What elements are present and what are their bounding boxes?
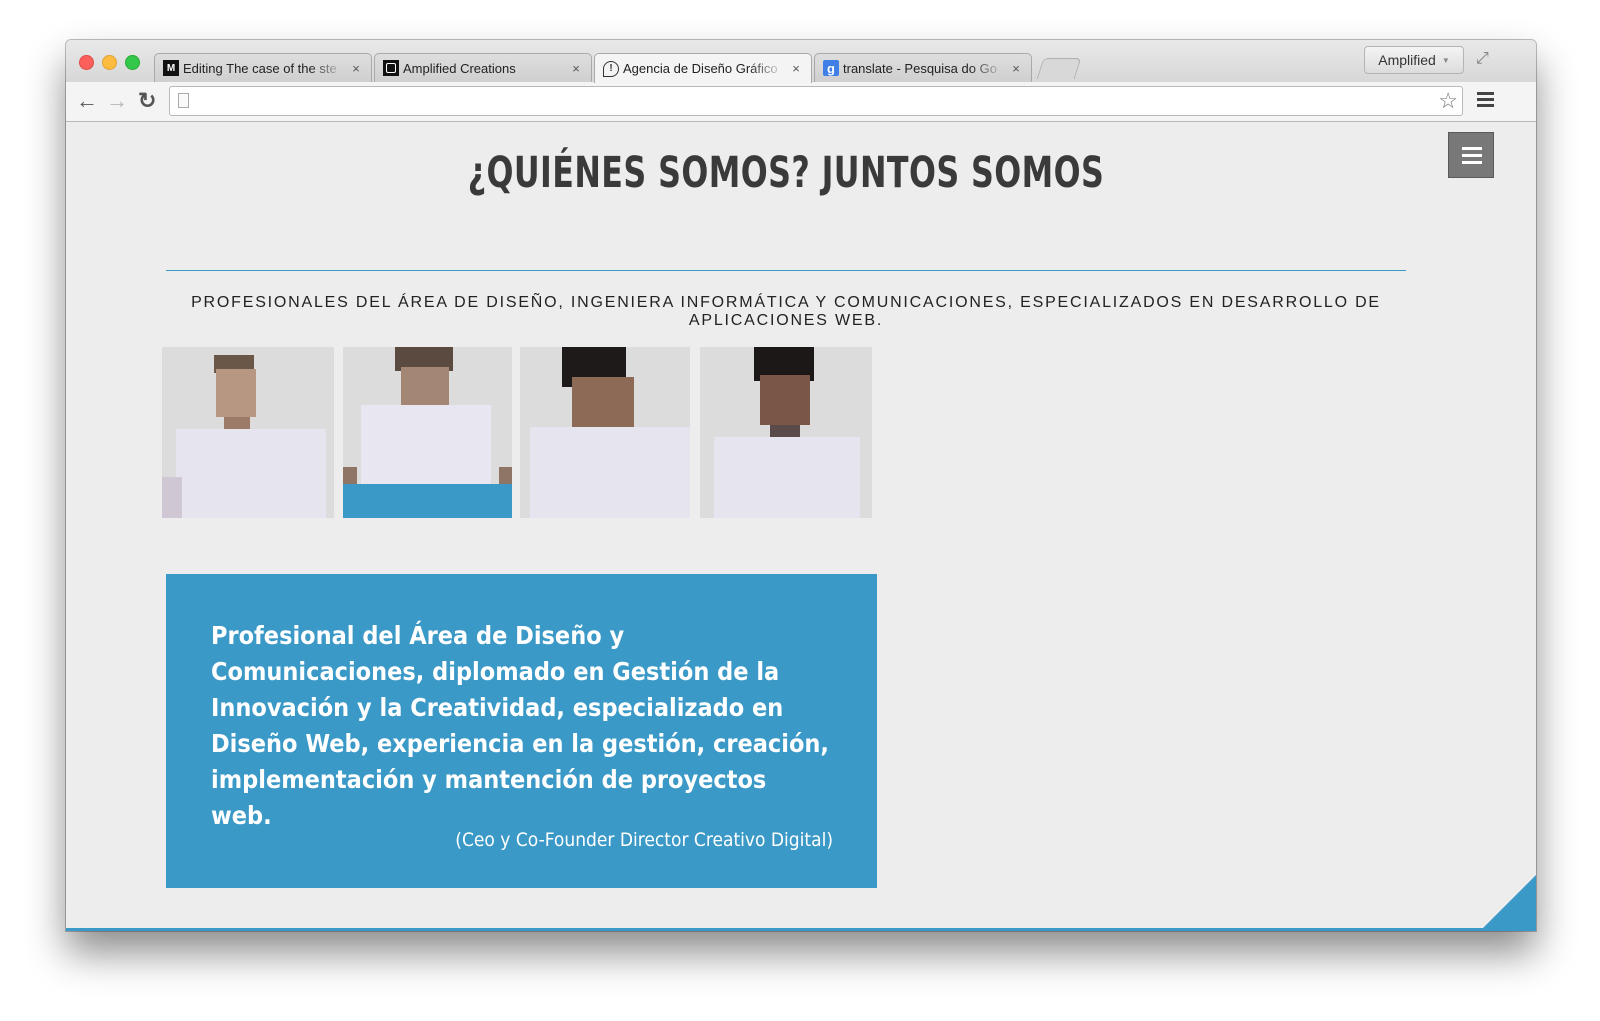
photo-selected-indicator	[343, 484, 512, 518]
tab-translate[interactable]: g translate - Pesquisa do Go ×	[814, 53, 1032, 82]
google-g-icon: g	[823, 60, 839, 76]
tab-title: Amplified Creations	[403, 60, 516, 76]
tab-editing[interactable]: M Editing The case of the ste ×	[154, 53, 372, 82]
tab-close-icon[interactable]: ×	[569, 61, 583, 76]
address-bar[interactable]: ☆	[169, 86, 1463, 116]
person-silhouette-icon	[700, 347, 872, 518]
bottom-accent-line	[66, 928, 1536, 931]
reload-icon[interactable]: ↻	[138, 88, 156, 114]
amplified-square-icon	[383, 60, 399, 76]
team-photo-4[interactable]	[700, 347, 872, 518]
menu-bar	[1462, 161, 1482, 164]
page-icon	[178, 93, 189, 108]
window-close-button[interactable]	[79, 55, 94, 70]
chevron-down-icon: ▼	[1441, 55, 1450, 65]
team-photo-3[interactable]	[520, 347, 690, 518]
person-silhouette-icon	[162, 347, 334, 518]
team-photo-row	[162, 347, 876, 518]
tab-title: translate - Pesquisa do Go	[843, 60, 997, 76]
tab-title: Editing The case of the ste	[183, 60, 337, 76]
tab-close-icon[interactable]: ×	[1009, 61, 1023, 76]
new-tab-button[interactable]	[1036, 58, 1082, 79]
team-member-bio-card: Profesional del Área de Diseño y Comunic…	[166, 574, 877, 888]
bio-text: Profesional del Área de Diseño y Comunic…	[211, 621, 829, 830]
window-maximize-button[interactable]	[125, 55, 140, 70]
back-arrow-icon[interactable]: ←	[76, 88, 98, 114]
tab-agencia-diseno[interactable]: ! Agencia de Diseño Gráfico ×	[594, 53, 812, 83]
menu-bar	[1462, 147, 1482, 150]
tab-amplified-creations[interactable]: Amplified Creations ×	[374, 53, 592, 82]
browser-toolbar: ← → ↻ ☆	[66, 82, 1536, 122]
web-page: ¿QUIÉNES SOMOS? JUNTOS SOMOS PROFESIONAL…	[66, 122, 1536, 931]
profile-label: Amplified	[1378, 52, 1436, 68]
page-subtitle: PROFESIONALES DEL ÁREA DE DISEÑO, INGENI…	[191, 294, 1381, 329]
window-minimize-button[interactable]	[102, 55, 117, 70]
team-photo-1[interactable]	[162, 347, 334, 518]
medium-m-icon: M	[163, 60, 179, 76]
menu-bar	[1462, 154, 1482, 157]
speech-bubble-icon: !	[603, 60, 619, 77]
person-silhouette-icon	[520, 347, 690, 518]
tab-strip: M Editing The case of the ste × Amplifie…	[66, 40, 1536, 83]
site-menu-button[interactable]	[1448, 132, 1494, 178]
page-heading: ¿QUIÉNES SOMOS? JUNTOS SOMOS	[467, 148, 1105, 198]
tab-close-icon[interactable]: ×	[349, 61, 363, 76]
bookmark-star-icon[interactable]: ☆	[1438, 87, 1458, 115]
browser-window: M Editing The case of the ste × Amplifie…	[66, 40, 1536, 931]
bio-role: (Ceo y Co-Founder Director Creativo Digi…	[455, 829, 833, 851]
browser-menu-icon[interactable]	[1477, 92, 1494, 110]
fullscreen-icon[interactable]: ⤢	[1476, 50, 1489, 68]
corner-accent	[1480, 875, 1536, 931]
heading-divider	[166, 270, 1406, 271]
tab-close-icon[interactable]: ×	[789, 61, 803, 76]
forward-arrow-icon[interactable]: →	[106, 88, 128, 114]
profile-button[interactable]: Amplified ▼	[1364, 46, 1464, 74]
tab-title: Agencia de Diseño Gráfico	[623, 61, 778, 76]
team-photo-2[interactable]	[343, 347, 512, 518]
